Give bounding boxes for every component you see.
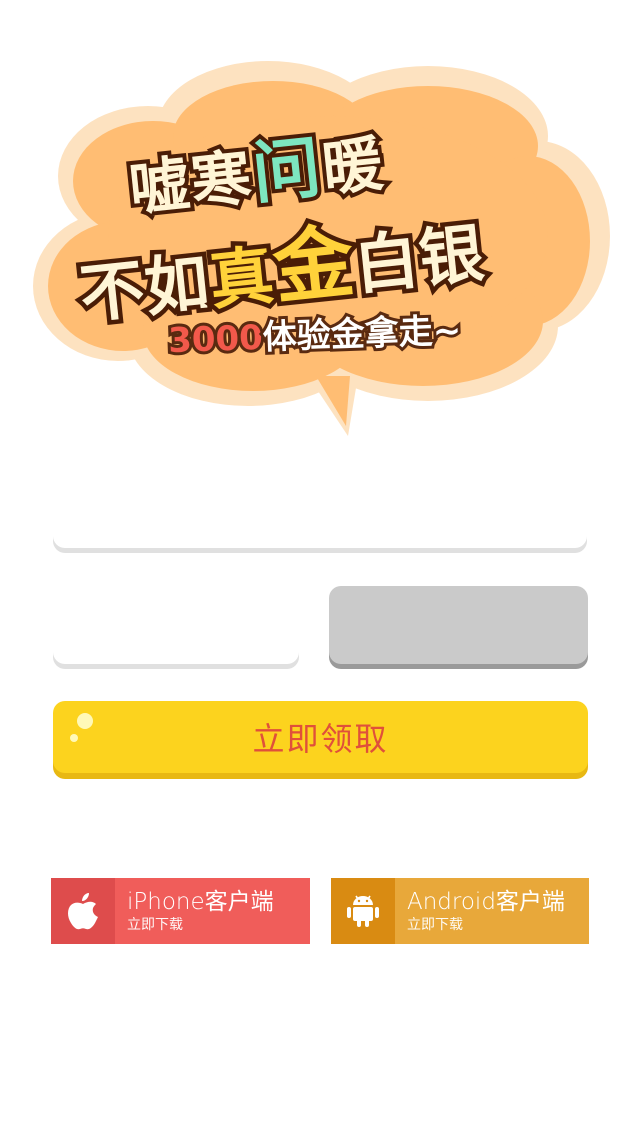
verification-code-input[interactable] — [53, 586, 299, 664]
iphone-download-title: iPhone客户端 — [127, 889, 274, 915]
code-input-wrapper — [53, 586, 299, 664]
android-download-button[interactable]: Android客户端 立即下载 — [331, 878, 589, 944]
android-icon — [347, 895, 379, 927]
iphone-download-button[interactable]: iPhone客户端 立即下载 — [51, 878, 310, 944]
apple-icon — [68, 893, 98, 930]
hero-subline: 3000体验金拿走~ — [165, 308, 465, 364]
hero-banner: 嘘寒问暖 不如真金白银 3000体验金拿走~ — [28, 56, 612, 440]
shine-dot-small — [70, 734, 78, 742]
android-download-subtitle: 立即下载 — [407, 917, 463, 933]
android-download-title: Android客户端 — [407, 889, 565, 915]
shine-dot-large — [77, 713, 93, 729]
claim-button[interactable]: 立即领取 — [53, 701, 588, 773]
phone-input-wrapper — [53, 470, 587, 548]
phone-input[interactable] — [53, 470, 587, 548]
get-code-button[interactable] — [329, 586, 588, 664]
iphone-download-subtitle: 立即下载 — [127, 917, 183, 933]
claim-label: 立即领取 — [252, 720, 389, 758]
apple-icon-box — [51, 878, 115, 944]
android-icon-box — [331, 878, 395, 944]
